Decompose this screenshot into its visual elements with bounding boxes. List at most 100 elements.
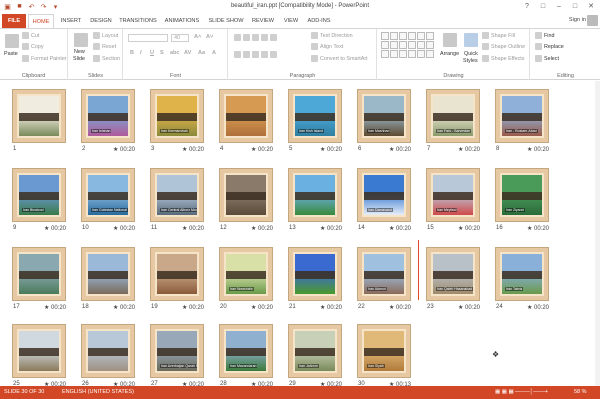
slide-thumbnail[interactable] bbox=[81, 324, 135, 378]
change-case-button[interactable]: Aa bbox=[198, 50, 205, 56]
strikethrough-button[interactable]: S bbox=[160, 50, 164, 56]
view-buttons[interactable]: ▦ ▦ ▦ bbox=[495, 389, 514, 395]
align-text-button[interactable]: Align Text bbox=[311, 43, 343, 50]
slide-thumbnail[interactable]: Iran - Rostam-Abad bbox=[495, 89, 549, 143]
arrange-button[interactable]: Arrange bbox=[440, 51, 459, 57]
slide-thumbnail[interactable] bbox=[288, 168, 342, 222]
paste-button[interactable]: Paste bbox=[4, 51, 18, 57]
shape-option[interactable] bbox=[390, 41, 398, 49]
maximize-button[interactable]: □ bbox=[568, 1, 582, 12]
new-slide-icon[interactable] bbox=[74, 33, 88, 47]
vertical-scrollbar[interactable] bbox=[595, 81, 600, 386]
reset-button[interactable]: Reset bbox=[93, 43, 116, 50]
slide-thumbnail[interactable] bbox=[12, 89, 66, 143]
slide-thumbnail[interactable]: Iran Meybod bbox=[426, 168, 480, 222]
shape-option[interactable] bbox=[408, 32, 416, 40]
paste-icon[interactable] bbox=[5, 34, 19, 48]
shapes-gallery[interactable] bbox=[381, 32, 437, 66]
tab-file[interactable]: FILE bbox=[2, 14, 26, 28]
tab-view[interactable]: VIEW bbox=[280, 14, 302, 28]
slide-thumbnail[interactable]: Iran Nowshahr bbox=[219, 247, 273, 301]
tab-slide-show[interactable]: SLIDE SHOW bbox=[206, 14, 246, 28]
slide-thumbnail[interactable] bbox=[219, 89, 273, 143]
char-spacing-button[interactable]: AV bbox=[184, 50, 191, 56]
italic-button[interactable]: I bbox=[140, 50, 142, 56]
slide-thumbnail[interactable] bbox=[12, 247, 66, 301]
slide-thumbnail[interactable] bbox=[12, 324, 66, 378]
format-painter-button[interactable]: Format Painter bbox=[22, 55, 67, 62]
slide-thumbnail[interactable]: Iran Binalood bbox=[12, 168, 66, 222]
find-button[interactable]: Find bbox=[535, 32, 555, 39]
copy-button[interactable]: Copy bbox=[22, 43, 44, 50]
shape-option[interactable] bbox=[417, 32, 425, 40]
shape-option[interactable] bbox=[426, 32, 434, 40]
font-color-button[interactable]: A bbox=[212, 50, 216, 56]
shape-option[interactable] bbox=[399, 50, 407, 58]
shape-option[interactable] bbox=[390, 50, 398, 58]
slide-thumbnail[interactable]: Iran Jahrom bbox=[288, 324, 342, 378]
select-button[interactable]: Select bbox=[535, 55, 559, 62]
shrink-font-button[interactable]: A˅ bbox=[206, 34, 213, 40]
convert-smartart-button[interactable]: Convert to SmartArt bbox=[311, 55, 368, 62]
shape-outline-button[interactable]: Shape Outline bbox=[482, 43, 525, 50]
slide-thumbnail[interactable]: Iran Siyah bbox=[357, 324, 411, 378]
shape-option[interactable] bbox=[381, 50, 389, 58]
tab-design[interactable]: DESIGN bbox=[88, 14, 114, 28]
slide-thumbnail[interactable]: Iran Mashhad bbox=[357, 89, 411, 143]
minimize-button[interactable]: – bbox=[552, 1, 566, 12]
slide-thumbnail[interactable]: Iran Ziyarat bbox=[495, 168, 549, 222]
font-size-combo[interactable]: 40 bbox=[171, 34, 189, 42]
text-direction-button[interactable]: Text Direction bbox=[311, 32, 353, 39]
shape-option[interactable] bbox=[390, 32, 398, 40]
shape-option[interactable] bbox=[399, 41, 407, 49]
section-button[interactable]: Section bbox=[93, 55, 120, 62]
new-slide-button[interactable]: New bbox=[74, 49, 85, 55]
slide-thumbnail[interactable] bbox=[288, 247, 342, 301]
underline-button[interactable]: U bbox=[150, 50, 154, 56]
close-button[interactable]: ✕ bbox=[584, 1, 598, 12]
slide-thumbnail[interactable] bbox=[81, 247, 135, 301]
shape-option[interactable] bbox=[417, 41, 425, 49]
language-indicator[interactable]: ENGLISH (UNITED STATES) bbox=[62, 389, 134, 395]
shape-option[interactable] bbox=[417, 50, 425, 58]
zoom-slider[interactable]: –───│───+ bbox=[515, 389, 548, 395]
slide-thumbnail[interactable]: Iran Golestan National Park bbox=[81, 168, 135, 222]
cut-button[interactable]: Cut bbox=[22, 32, 39, 39]
shape-option[interactable] bbox=[381, 32, 389, 40]
avatar[interactable] bbox=[587, 15, 598, 26]
slide-thumbnail[interactable]: Iran Tabriz bbox=[495, 247, 549, 301]
shape-fill-button[interactable]: Shape Fill bbox=[482, 32, 515, 39]
slide-thumbnail[interactable]: Iran Isfahan bbox=[81, 89, 135, 143]
shape-option[interactable] bbox=[426, 50, 434, 58]
replace-button[interactable]: Replace bbox=[535, 43, 564, 50]
shape-option[interactable] bbox=[399, 32, 407, 40]
slide-thumbnail[interactable] bbox=[150, 247, 204, 301]
zoom-level[interactable]: 58 % bbox=[574, 389, 587, 395]
slide-thumbnail[interactable]: Iran Damavand bbox=[357, 168, 411, 222]
sign-in-link[interactable]: Sign in bbox=[569, 17, 586, 23]
grow-font-button[interactable]: A˄ bbox=[194, 34, 201, 40]
quick-styles-button[interactable]: Quick bbox=[464, 51, 478, 57]
tab-transitions[interactable]: TRANSITIONS bbox=[118, 14, 158, 28]
shape-option[interactable] bbox=[381, 41, 389, 49]
alignment-buttons[interactable] bbox=[234, 51, 279, 58]
slide-thumbnail[interactable]: Iran Mazandaran bbox=[219, 324, 273, 378]
shape-option[interactable] bbox=[426, 41, 434, 49]
slide-thumbnail[interactable]: Iran Kish Island bbox=[288, 89, 342, 143]
slide-thumbnail[interactable]: Iran Central Alborz Mountains bbox=[150, 168, 204, 222]
slide-thumbnail[interactable]: Iran Kermanshah bbox=[150, 89, 204, 143]
layout-button[interactable]: Layout bbox=[93, 32, 118, 39]
tab-add-ins[interactable]: ADD-INS bbox=[306, 14, 332, 28]
tab-home[interactable]: HOME bbox=[28, 14, 54, 29]
shape-option[interactable] bbox=[408, 50, 416, 58]
ribbon-display-button[interactable]: □ bbox=[536, 1, 550, 12]
font-name-combo[interactable] bbox=[128, 34, 168, 42]
bullets-button[interactable] bbox=[234, 34, 279, 41]
help-button[interactable]: ? bbox=[520, 1, 534, 12]
shape-effects-button[interactable]: Shape Effects bbox=[482, 55, 524, 62]
shape-option[interactable] bbox=[408, 41, 416, 49]
slide-sorter[interactable]: 1 Iran Isfahan 2 ★ 00:20 Iran Kermanshah 3 ★ 0… bbox=[0, 81, 600, 388]
tab-review[interactable]: REVIEW bbox=[250, 14, 276, 28]
slide-thumbnail[interactable]: Iran Qaleh Hasanabad bbox=[426, 247, 480, 301]
tab-insert[interactable]: INSERT bbox=[58, 14, 84, 28]
